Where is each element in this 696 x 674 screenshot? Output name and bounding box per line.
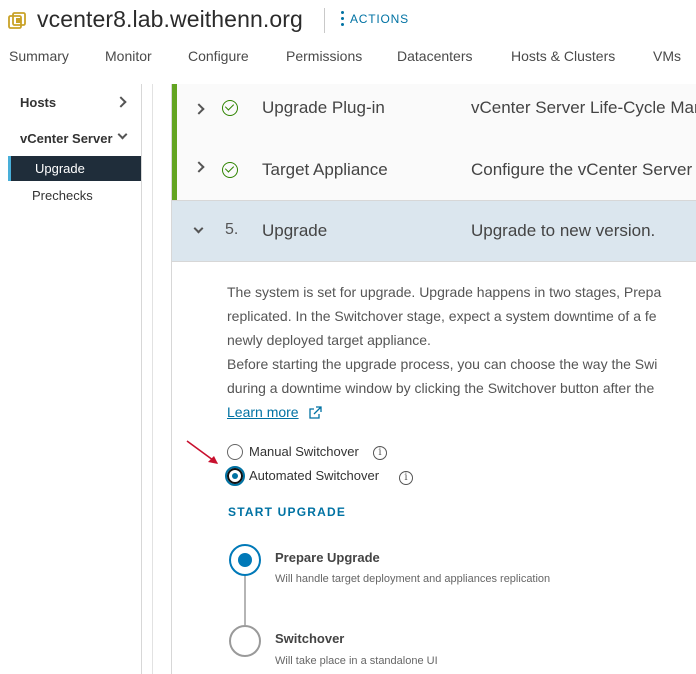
tab-monitor[interactable]: Monitor xyxy=(105,48,152,64)
info-icon[interactable]: i xyxy=(399,471,413,485)
step-complete-bar xyxy=(172,140,177,200)
upgrade-description-line: replicated. In the Switchover stage, exp… xyxy=(227,308,657,324)
tab-configure[interactable]: Configure xyxy=(188,48,249,64)
chevron-right-icon[interactable] xyxy=(193,161,205,173)
timeline-step-title: Switchover xyxy=(275,631,345,646)
step-row-target-appliance[interactable]: Target Appliance Configure the vCenter S… xyxy=(172,140,696,201)
start-upgrade-button[interactable]: START UPGRADE xyxy=(228,505,346,519)
nav-item-prechecks[interactable]: Prechecks xyxy=(32,188,93,203)
upgrade-description-line: newly deployed target appliance. xyxy=(227,332,431,348)
step-title: Target Appliance xyxy=(262,160,388,179)
chevron-right-icon[interactable] xyxy=(193,103,205,115)
learn-more-link[interactable]: Learn more xyxy=(227,404,299,420)
actions-menu-button[interactable]: ACTIONS xyxy=(341,11,409,26)
nav-divider xyxy=(141,84,142,674)
timeline-node-active-icon xyxy=(229,544,261,576)
kebab-icon xyxy=(341,11,344,26)
step-number: 5. xyxy=(225,221,239,238)
timeline-step-subtitle: Will take place in a standalone UI xyxy=(275,655,438,667)
nav-item-upgrade[interactable]: Upgrade xyxy=(8,156,141,181)
manual-switchover-label[interactable]: Manual Switchover xyxy=(249,444,359,459)
header-divider xyxy=(324,8,325,33)
step-description: vCenter Server Life-Cycle Mar xyxy=(471,98,696,117)
tab-bar: Summary Monitor Configure Permissions Da… xyxy=(0,48,696,72)
nav-item-upgrade-label: Upgrade xyxy=(35,161,85,176)
info-icon[interactable]: i xyxy=(373,446,387,460)
page-title: vcenter8.lab.weithenn.org xyxy=(37,6,303,32)
check-circle-icon xyxy=(222,162,238,178)
automated-switchover-label[interactable]: Automated Switchover xyxy=(249,468,379,483)
timeline-step-subtitle: Will handle target deployment and applia… xyxy=(275,573,551,585)
upgrade-description-line: during a downtime window by clicking the… xyxy=(227,380,655,396)
upgrade-stepper: Upgrade Plug-in vCenter Server Life-Cycl… xyxy=(171,84,696,674)
external-link-icon[interactable] xyxy=(308,406,322,420)
step-description: Configure the vCenter Server xyxy=(471,160,693,179)
nav-divider-inner xyxy=(152,84,153,674)
tab-vms[interactable]: VMs xyxy=(653,48,681,64)
automated-switchover-radio[interactable] xyxy=(225,466,245,486)
timeline-connector xyxy=(244,575,246,625)
step-row-upgrade-plugin[interactable]: Upgrade Plug-in vCenter Server Life-Cycl… xyxy=(172,84,696,144)
timeline-step-title: Prepare Upgrade xyxy=(275,550,380,565)
manual-switchover-radio[interactable] xyxy=(227,444,243,460)
step-complete-bar xyxy=(172,84,177,143)
upgrade-description-line: Before starting the upgrade process, you… xyxy=(227,356,658,372)
check-circle-icon xyxy=(222,100,238,116)
step-description: Upgrade to new version. xyxy=(471,221,656,240)
tab-permissions[interactable]: Permissions xyxy=(286,48,362,64)
vcenter-icon xyxy=(8,12,26,29)
tab-datacenters[interactable]: Datacenters xyxy=(397,48,472,64)
annotation-arrow-icon xyxy=(186,440,218,464)
app-header: vcenter8.lab.weithenn.org ACTIONS xyxy=(0,0,696,40)
chevron-down-icon[interactable] xyxy=(193,223,204,234)
tab-summary[interactable]: Summary xyxy=(9,48,69,64)
nav-item-vcenter-server[interactable]: vCenter Server xyxy=(20,131,113,146)
actions-label: ACTIONS xyxy=(350,11,409,26)
step-title: Upgrade Plug-in xyxy=(262,98,385,117)
step-title: Upgrade xyxy=(262,221,328,240)
upgrade-description-line: The system is set for upgrade. Upgrade h… xyxy=(227,284,662,300)
tab-hosts-clusters[interactable]: Hosts & Clusters xyxy=(511,48,615,64)
step-row-upgrade[interactable]: 5. Upgrade Upgrade to new version. xyxy=(172,201,696,262)
nav-item-hosts[interactable]: Hosts xyxy=(20,95,56,110)
timeline-node-pending-icon xyxy=(229,625,261,657)
